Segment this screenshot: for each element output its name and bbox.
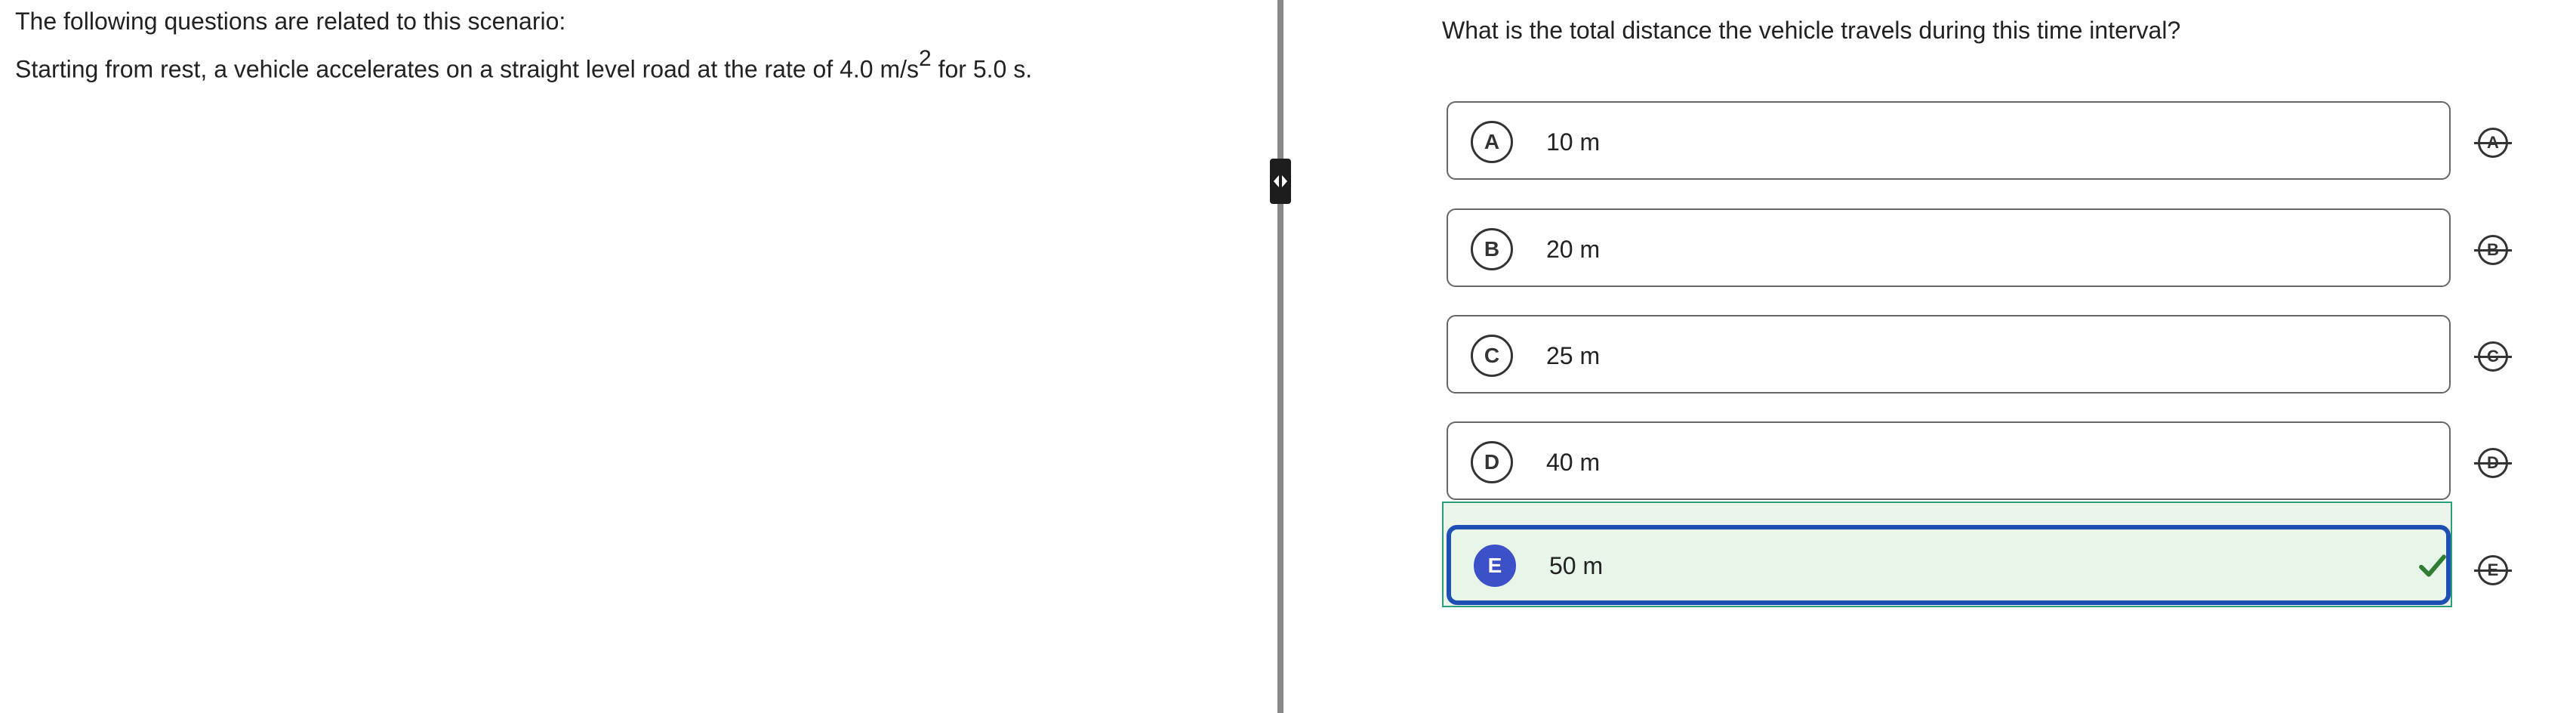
answer-option-b[interactable]: B 20 m B (1444, 208, 2516, 287)
strikethrough-button-e[interactable]: E (2474, 551, 2512, 589)
option-letter-badge: A (1471, 121, 1513, 163)
option-box[interactable]: C 25 m (1447, 315, 2451, 394)
pane-divider[interactable] (1277, 0, 1283, 713)
strikethrough-button-d[interactable]: D (2474, 444, 2512, 482)
answer-option-e[interactable]: E 50 m E (1442, 502, 2516, 607)
passage-pane: The following questions are related to t… (0, 0, 1283, 713)
option-text: 20 m (1546, 236, 1601, 263)
strikethrough-letter-icon: A (2474, 128, 2512, 158)
option-box[interactable]: A 10 m (1447, 101, 2451, 180)
strikethrough-button-c[interactable]: C (2474, 338, 2512, 375)
option-text: 25 m (1546, 342, 1601, 369)
test-page: The following questions are related to t… (0, 0, 2576, 713)
answer-option-c[interactable]: C 25 m C (1444, 315, 2516, 394)
option-box[interactable]: D 40 m (1447, 421, 2451, 500)
strikethrough-button-b[interactable]: B (2474, 231, 2512, 269)
option-text: 40 m (1546, 449, 1601, 476)
strikethrough-button-a[interactable]: A (2474, 124, 2512, 162)
option-letter-badge: C (1471, 335, 1513, 377)
resize-handle-icon[interactable] (1270, 159, 1291, 204)
strikethrough-letter-icon: D (2474, 448, 2512, 478)
checkmark-icon (2419, 554, 2446, 577)
question-stem: What is the total distance the vehicle t… (1442, 17, 2181, 44)
option-letter-badge: D (1471, 441, 1513, 483)
passage-intro: The following questions are related to t… (15, 8, 566, 35)
answer-option-a[interactable]: A 10 m A (1444, 101, 2516, 180)
strikethrough-letter-icon: B (2474, 235, 2512, 265)
option-text: 50 m (1549, 552, 1604, 579)
passage-scenario: Starting from rest, a vehicle accelerate… (15, 45, 1032, 86)
strikethrough-letter-icon: E (2474, 555, 2512, 585)
option-letter-badge: E (1474, 545, 1516, 587)
option-box[interactable]: B 20 m (1447, 208, 2451, 287)
option-box-selected[interactable]: E 50 m (1447, 525, 2451, 605)
option-letter-badge: B (1471, 228, 1513, 270)
option-text: 10 m (1546, 128, 1601, 156)
scenario-text: Starting from rest, a vehicle accelerate… (15, 55, 920, 83)
answer-option-d[interactable]: D 40 m D (1444, 421, 2516, 500)
scenario-superscript: 2 (919, 46, 932, 71)
strikethrough-letter-icon: C (2474, 341, 2512, 372)
scenario-text-end: for 5.0 s. (931, 55, 1033, 83)
